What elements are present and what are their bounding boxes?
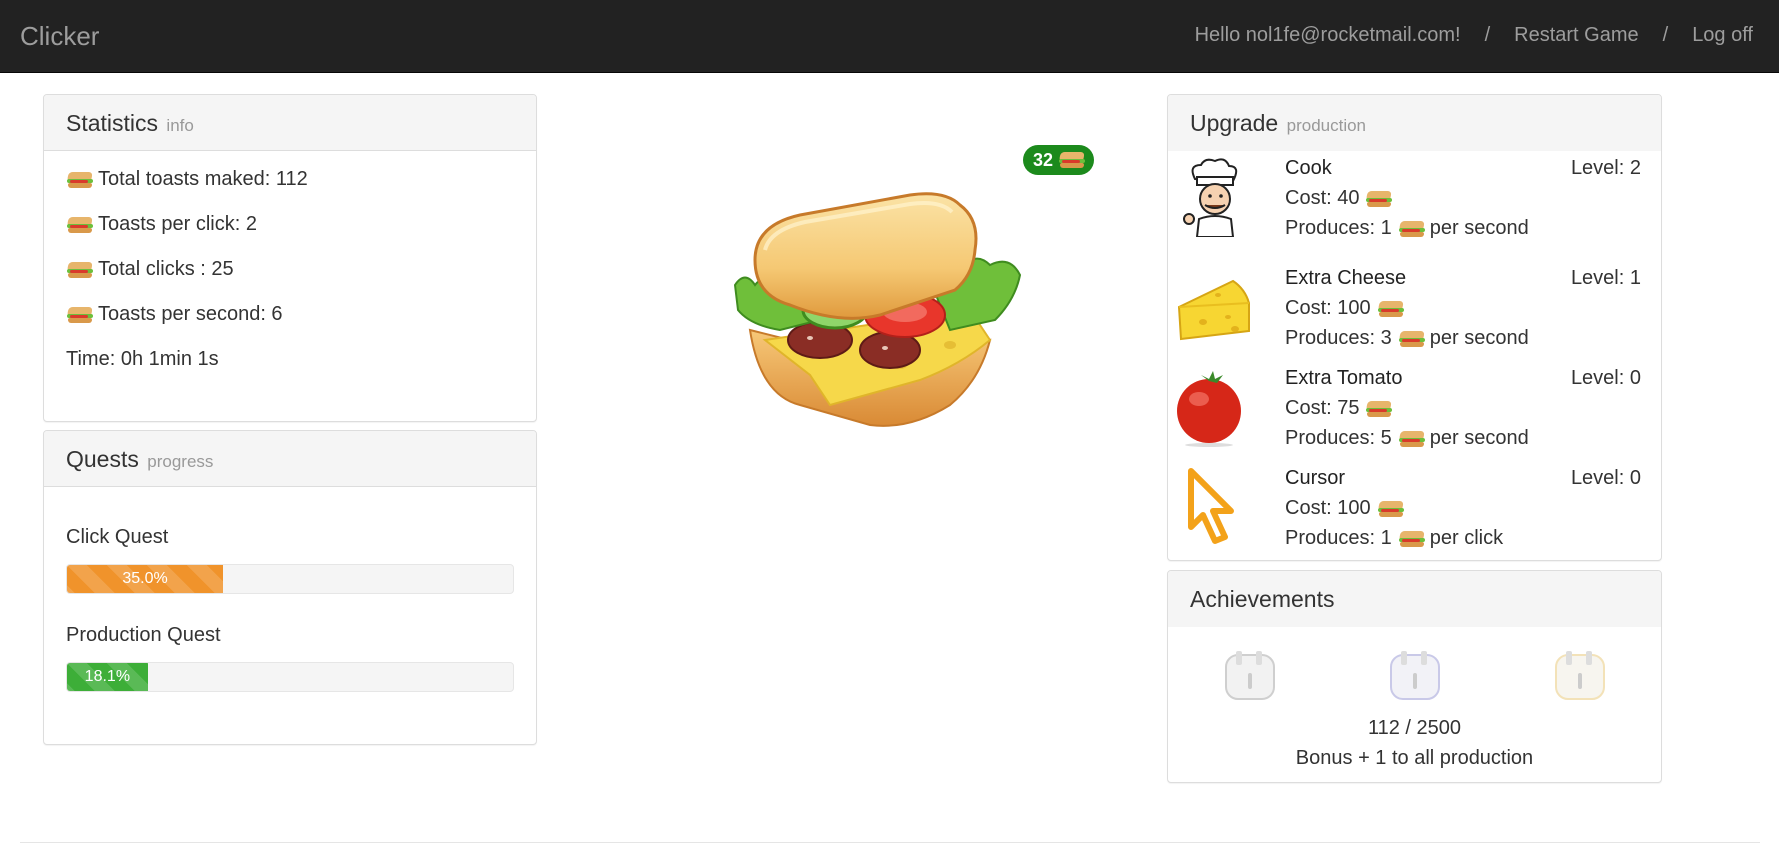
upgrade-cost: Cost: 100 bbox=[1285, 497, 1409, 520]
chef-icon bbox=[1183, 158, 1238, 237]
sandwich-icon bbox=[1377, 500, 1405, 518]
stat-per-click-text: Toasts per click: 2 bbox=[98, 213, 257, 235]
upgrade-produces: Produces: 5 per second bbox=[1285, 427, 1529, 450]
stat-per-second: Toasts per second: 6 bbox=[66, 303, 283, 326]
upgrade-title: Upgrade bbox=[1190, 110, 1279, 136]
tomato-icon bbox=[1177, 371, 1241, 447]
achievement-progress: 112 / 2500 bbox=[1367, 717, 1462, 739]
upgrade-produces-prefix: Produces: 1 bbox=[1285, 527, 1392, 549]
click-quest-progress-bar: 35.0% bbox=[67, 565, 224, 593]
quests-subtitle: progress bbox=[147, 452, 214, 471]
upgrade-cost: Cost: 100 bbox=[1285, 297, 1409, 320]
quests-heading: Quests progress bbox=[44, 431, 536, 487]
click-quest-label: Click Quest bbox=[66, 526, 169, 548]
quests-title: Quests bbox=[66, 446, 139, 472]
upgrade-produces-suffix: per click bbox=[1429, 527, 1504, 549]
restart-game-link[interactable]: Restart Game bbox=[1514, 24, 1638, 47]
upgrade-level: Level: 0 bbox=[1570, 367, 1641, 389]
sandwich-icon bbox=[66, 261, 94, 279]
stat-total-toasts: Total toasts maked: 112 bbox=[66, 168, 308, 191]
upgrade-cost-text: Cost: 40 bbox=[1285, 187, 1360, 209]
sandwich-icon bbox=[1365, 190, 1393, 208]
footer-divider bbox=[20, 842, 1760, 843]
sandwich-clicker[interactable] bbox=[720, 190, 1030, 435]
upgrade-level: Level: 1 bbox=[1570, 267, 1641, 289]
upgrade-produces-suffix: per second bbox=[1429, 327, 1529, 349]
statistics-subtitle: info bbox=[166, 116, 194, 135]
toaster-icon[interactable] bbox=[1550, 647, 1610, 705]
upgrade-extra-tomato[interactable]: Extra Tomato Level: 0 Cost: 75 Produces:… bbox=[1168, 361, 1661, 457]
achievement-bonus: Bonus + 1 to all production bbox=[1295, 747, 1534, 769]
sandwich-icon bbox=[1058, 151, 1086, 169]
statistics-heading: Statistics info bbox=[44, 95, 536, 151]
upgrade-cost-text: Cost: 75 bbox=[1285, 397, 1360, 419]
upgrade-cursor[interactable]: Cursor Level: 0 Cost: 100 Produces: 1 pe… bbox=[1168, 461, 1661, 557]
toast-counter-badge: 32 bbox=[1023, 145, 1095, 175]
upgrade-name: Cook bbox=[1285, 157, 1332, 179]
brand-link[interactable]: Clicker bbox=[20, 21, 99, 52]
achievements-title: Achievements bbox=[1190, 586, 1335, 612]
sandwich-icon bbox=[66, 216, 94, 234]
toaster-icon[interactable] bbox=[1220, 647, 1280, 705]
stat-total-toasts-text: Total toasts maked: 112 bbox=[98, 168, 308, 190]
nav-separator: / bbox=[1662, 24, 1669, 46]
upgrade-produces: Produces: 3 per second bbox=[1285, 327, 1529, 350]
toaster-icon[interactable] bbox=[1385, 647, 1445, 705]
upgrade-cook[interactable]: Cook Level: 2 Cost: 40 Produces: 1 per s… bbox=[1168, 151, 1661, 247]
upgrade-extra-cheese[interactable]: Extra Cheese Level: 1 Cost: 100 Produces… bbox=[1168, 261, 1661, 357]
upgrade-produces-prefix: Produces: 3 bbox=[1285, 327, 1392, 349]
toast-counter-value: 32 bbox=[1033, 149, 1054, 170]
log-off-link[interactable]: Log off bbox=[1692, 24, 1753, 47]
sandwich-icon bbox=[733, 192, 1022, 427]
upgrade-cost-text: Cost: 100 bbox=[1285, 497, 1371, 519]
nav-separator: / bbox=[1484, 24, 1491, 46]
upgrade-heading: Upgrade production bbox=[1168, 95, 1661, 151]
production-quest-progress-bar: 18.1% bbox=[67, 663, 148, 691]
sandwich-icon bbox=[1377, 300, 1405, 318]
stat-total-clicks: Total clicks : 25 bbox=[66, 258, 234, 281]
stat-per-second-text: Toasts per second: 6 bbox=[98, 303, 283, 325]
statistics-title: Statistics bbox=[66, 110, 159, 136]
upgrade-panel: Upgrade production Cook Level: 2 Cost: 4… bbox=[1167, 94, 1662, 561]
upgrade-produces: Produces: 1 per click bbox=[1285, 527, 1503, 550]
user-greeting: Hello nol1fe@rocketmail.com! bbox=[1194, 24, 1461, 46]
sandwich-icon bbox=[1398, 330, 1426, 348]
quests-panel: Quests progress Click Quest 35.0% Produc… bbox=[43, 430, 537, 745]
upgrade-produces-suffix: per second bbox=[1429, 217, 1529, 239]
sandwich-icon bbox=[1398, 430, 1426, 448]
cursor-icon bbox=[1188, 468, 1234, 544]
upgrade-cost: Cost: 40 bbox=[1285, 187, 1397, 210]
upgrade-cost-text: Cost: 100 bbox=[1285, 297, 1371, 319]
sandwich-icon bbox=[66, 306, 94, 324]
cheese-icon bbox=[1177, 279, 1250, 341]
sandwich-icon bbox=[1398, 530, 1426, 548]
sandwich-icon bbox=[1365, 400, 1393, 418]
upgrade-produces: Produces: 1 per second bbox=[1285, 217, 1529, 240]
upgrade-level: Level: 2 bbox=[1570, 157, 1641, 179]
upgrade-cost: Cost: 75 bbox=[1285, 397, 1397, 420]
achievements-heading: Achievements bbox=[1168, 571, 1661, 627]
achievements-panel: Achievements 112 / 2500 Bonus + 1 to all… bbox=[1167, 570, 1662, 783]
upgrade-name: Extra Cheese bbox=[1285, 267, 1407, 289]
stat-per-click: Toasts per click: 2 bbox=[66, 213, 257, 236]
click-quest-progress: 35.0% bbox=[66, 564, 514, 594]
stat-total-clicks-text: Total clicks : 25 bbox=[98, 258, 234, 280]
upgrade-produces-prefix: Produces: 1 bbox=[1285, 217, 1392, 239]
upgrade-produces-suffix: per second bbox=[1429, 427, 1529, 449]
sandwich-icon bbox=[66, 171, 94, 189]
upgrade-name: Extra Tomato bbox=[1285, 367, 1403, 389]
stat-time-text: Time: 0h 1min 1s bbox=[66, 348, 219, 370]
upgrade-level: Level: 0 bbox=[1570, 467, 1641, 489]
statistics-panel: Statistics info Total toasts maked: 112 … bbox=[43, 94, 537, 422]
sandwich-icon bbox=[1398, 220, 1426, 238]
navbar: Clicker Hello nol1fe@rocketmail.com! / R… bbox=[0, 0, 1779, 73]
upgrade-subtitle: production bbox=[1286, 116, 1367, 135]
stat-time: Time: 0h 1min 1s bbox=[66, 348, 219, 371]
upgrade-produces-prefix: Produces: 5 bbox=[1285, 427, 1392, 449]
production-quest-progress: 18.1% bbox=[66, 662, 514, 692]
production-quest-label: Production Quest bbox=[66, 624, 221, 646]
nav-right: Hello nol1fe@rocketmail.com! / Restart G… bbox=[1195, 24, 1753, 47]
upgrade-name: Cursor bbox=[1285, 467, 1346, 489]
